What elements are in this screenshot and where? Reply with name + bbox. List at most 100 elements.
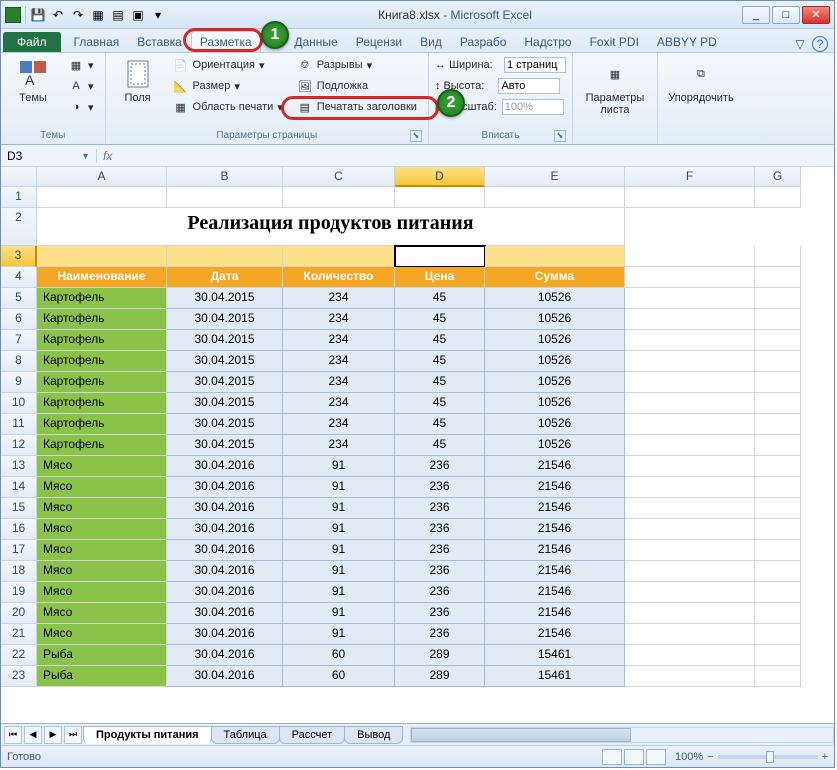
cell-date[interactable]: 30.04.2016 <box>167 561 283 582</box>
qat-more[interactable]: ▾ <box>149 6 167 24</box>
view-break[interactable] <box>646 749 666 765</box>
cell-price[interactable]: 236 <box>395 477 485 498</box>
qat-redo[interactable]: ↷ <box>69 6 87 24</box>
scale-height-input[interactable] <box>498 78 560 94</box>
cell[interactable] <box>37 187 167 208</box>
col-header-E[interactable]: E <box>485 167 625 187</box>
sheet-tab-0[interactable]: Продукты питания <box>83 726 212 744</box>
cell-name[interactable]: Мясо <box>37 561 167 582</box>
horizontal-scrollbar[interactable] <box>410 727 834 743</box>
cell[interactable] <box>755 540 801 561</box>
cell-name[interactable]: Мясо <box>37 477 167 498</box>
cell[interactable] <box>625 477 755 498</box>
cell-sum[interactable]: 21546 <box>485 456 625 477</box>
cell[interactable] <box>625 372 755 393</box>
cell-price[interactable]: 236 <box>395 498 485 519</box>
cell[interactable] <box>755 645 801 666</box>
tab-0[interactable]: Главная <box>65 31 129 52</box>
cell-qty[interactable]: 91 <box>283 603 395 624</box>
cell-sum[interactable]: 10526 <box>485 372 625 393</box>
print-titles-button[interactable]: ▤Печатать заголовки <box>292 97 422 117</box>
cell[interactable] <box>755 498 801 519</box>
tab-9[interactable]: Foxit PDI <box>581 31 648 52</box>
cell[interactable] <box>755 519 801 540</box>
file-tab[interactable]: Файл <box>3 32 61 52</box>
sheet-nav-1[interactable]: ◀ <box>24 726 42 744</box>
row-header-2[interactable]: 2 <box>1 208 37 246</box>
cell-name[interactable]: Мясо <box>37 624 167 645</box>
print-area-button[interactable]: ▦Область печати ▾ <box>168 97 288 117</box>
cell[interactable] <box>625 624 755 645</box>
close-button[interactable]: ✕ <box>802 6 830 24</box>
cell-sum[interactable]: 10526 <box>485 351 625 372</box>
cell-date[interactable]: 30.04.2016 <box>167 645 283 666</box>
tab-5[interactable]: Рецензи <box>347 31 411 52</box>
cell-date[interactable]: 30.04.2016 <box>167 456 283 477</box>
cell-date[interactable]: 30.04.2016 <box>167 498 283 519</box>
cell-sum[interactable]: 10526 <box>485 309 625 330</box>
cell-qty[interactable]: 234 <box>283 393 395 414</box>
cell-name[interactable]: Картофель <box>37 330 167 351</box>
cell-name[interactable]: Мясо <box>37 582 167 603</box>
cell-qty[interactable]: 91 <box>283 540 395 561</box>
scale-dialog-icon[interactable]: ⬊ <box>554 130 566 142</box>
maximize-button[interactable]: □ <box>772 6 800 24</box>
sheet-nav-3[interactable]: ⏭ <box>64 726 82 744</box>
cell-date[interactable]: 30.04.2015 <box>167 330 283 351</box>
cell-sum[interactable]: 21546 <box>485 540 625 561</box>
cell[interactable] <box>625 330 755 351</box>
cell-name[interactable]: Картофель <box>37 435 167 456</box>
row-header-10[interactable]: 10 <box>1 393 37 414</box>
cell-qty[interactable]: 234 <box>283 288 395 309</box>
name-box[interactable]: D3▼ <box>1 149 97 163</box>
cell-sum[interactable]: 21546 <box>485 624 625 645</box>
cell[interactable] <box>755 477 801 498</box>
scale-width-input[interactable] <box>504 57 566 73</box>
cell-qty[interactable]: 60 <box>283 645 395 666</box>
row-header-14[interactable]: 14 <box>1 477 37 498</box>
row-header-21[interactable]: 21 <box>1 624 37 645</box>
row-header-20[interactable]: 20 <box>1 603 37 624</box>
cell-name[interactable]: Мясо <box>37 456 167 477</box>
select-all-corner[interactable] <box>1 167 37 187</box>
cell-price[interactable]: 236 <box>395 582 485 603</box>
cell-sum[interactable]: 21546 <box>485 519 625 540</box>
sheet-tab-1[interactable]: Таблица <box>211 726 280 744</box>
cell[interactable] <box>625 456 755 477</box>
cell-name[interactable]: Мясо <box>37 519 167 540</box>
row-header-11[interactable]: 11 <box>1 414 37 435</box>
namebox-dropdown-icon[interactable]: ▼ <box>81 151 90 161</box>
cell-price[interactable]: 236 <box>395 624 485 645</box>
row-header-3[interactable]: 3 <box>1 246 37 267</box>
sheet-title[interactable]: Реализация продуктов питания <box>37 208 625 246</box>
sheet-tab-3[interactable]: Вывод <box>344 726 403 744</box>
row-header-16[interactable]: 16 <box>1 519 37 540</box>
cell-sum[interactable]: 15461 <box>485 666 625 687</box>
row-header-7[interactable]: 7 <box>1 330 37 351</box>
cell[interactable] <box>625 666 755 687</box>
cell-sum[interactable]: 10526 <box>485 393 625 414</box>
cell[interactable] <box>755 351 801 372</box>
cell-name[interactable]: Картофель <box>37 372 167 393</box>
cell-price[interactable]: 289 <box>395 645 485 666</box>
cell-date[interactable]: 30.04.2015 <box>167 351 283 372</box>
row-header-17[interactable]: 17 <box>1 540 37 561</box>
cell-price[interactable]: 45 <box>395 330 485 351</box>
cell-name[interactable]: Мясо <box>37 498 167 519</box>
hscroll-thumb[interactable] <box>411 728 631 742</box>
table-header[interactable]: Количество <box>283 267 395 288</box>
col-header-A[interactable]: A <box>37 167 167 187</box>
cell-date[interactable]: 30.04.2016 <box>167 540 283 561</box>
cell-sum[interactable]: 10526 <box>485 288 625 309</box>
cell-name[interactable]: Картофель <box>37 393 167 414</box>
tab-4[interactable]: Данные <box>285 31 346 52</box>
cell[interactable] <box>755 561 801 582</box>
row-header-22[interactable]: 22 <box>1 645 37 666</box>
cell-qty[interactable]: 234 <box>283 435 395 456</box>
cell[interactable] <box>625 246 755 267</box>
row-header-13[interactable]: 13 <box>1 456 37 477</box>
cell[interactable] <box>485 246 625 267</box>
cell-date[interactable]: 30.04.2015 <box>167 414 283 435</box>
cell-price[interactable]: 45 <box>395 414 485 435</box>
cell-sum[interactable]: 15461 <box>485 645 625 666</box>
